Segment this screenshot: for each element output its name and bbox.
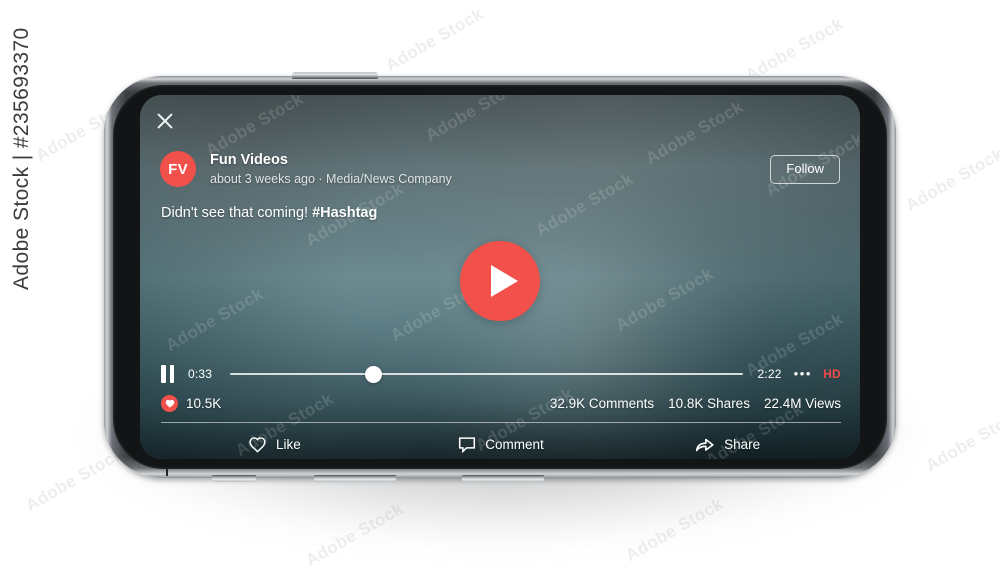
caption-hashtag[interactable]: #Hashtag bbox=[312, 205, 377, 221]
volume-up-button[interactable] bbox=[314, 475, 396, 482]
pause-icon[interactable] bbox=[161, 365, 174, 383]
share-action-button[interactable]: Share bbox=[614, 436, 841, 453]
post-header: FV Fun Videos about 3 weeks ago · Media/… bbox=[160, 151, 840, 187]
avatar: FV bbox=[160, 151, 196, 187]
heart-outline-icon bbox=[248, 436, 267, 453]
progress-bar[interactable] bbox=[230, 366, 744, 383]
watermark-tile: Adobe Stock bbox=[382, 3, 487, 76]
action-bar: Like Comment Share bbox=[161, 431, 841, 457]
comment-action-button[interactable]: Comment bbox=[388, 436, 615, 453]
play-icon bbox=[491, 265, 518, 297]
engagement-stats: 10.5K 32.9K Comments 10.8K Shares 22.4M … bbox=[161, 393, 841, 413]
mute-switch-button[interactable] bbox=[212, 475, 256, 482]
hd-quality-badge[interactable]: HD bbox=[823, 367, 841, 381]
views-count: 22.4M Views bbox=[763, 395, 841, 411]
transport-controls: 0:33 2:22 ••• HD bbox=[161, 363, 841, 385]
caption-text: Didn't see that coming! bbox=[161, 205, 313, 221]
volume-down-button[interactable] bbox=[462, 475, 544, 482]
adobe-stock-watermark: Adobe Stock | #235693370 bbox=[10, 27, 33, 290]
action-bar-divider bbox=[161, 422, 841, 423]
watermark-tile: Adobe Stock bbox=[902, 143, 1000, 216]
video-player-ui: FV Fun Videos about 3 weeks ago · Media/… bbox=[140, 95, 860, 459]
phone-screen: Adobe Stock Adobe Stock Adobe Stock Adob… bbox=[140, 95, 860, 459]
phone-device: Adobe Stock Adobe Stock Adobe Stock Adob… bbox=[104, 72, 896, 482]
more-options-icon[interactable]: ••• bbox=[794, 367, 812, 380]
post-timestamp-category: about 3 weeks ago · Media/News Company bbox=[210, 171, 452, 186]
play-button[interactable] bbox=[460, 241, 540, 321]
heart-filled-icon bbox=[161, 394, 178, 412]
share-action-label: Share bbox=[724, 436, 761, 452]
comment-action-label: Comment bbox=[485, 436, 544, 452]
stats-right-group: 32.9K Comments 10.8K Shares 22.4M Views bbox=[550, 396, 841, 411]
progress-handle[interactable] bbox=[365, 366, 383, 383]
close-icon[interactable] bbox=[153, 109, 177, 133]
share-arrow-icon bbox=[695, 436, 715, 453]
duration-label: 2:22 bbox=[757, 367, 782, 381]
post-caption: Didn't see that coming! #Hashtag bbox=[161, 205, 377, 221]
current-time-label: 0:33 bbox=[188, 367, 213, 381]
post-meta: Fun Videos about 3 weeks ago · Media/New… bbox=[210, 152, 770, 187]
like-count-group[interactable]: 10.5K bbox=[161, 394, 222, 412]
like-action-label: Like bbox=[275, 436, 301, 452]
like-action-button[interactable]: Like bbox=[161, 436, 388, 453]
follow-button[interactable]: Follow bbox=[770, 154, 840, 184]
comment-bubble-icon bbox=[458, 436, 476, 453]
shares-count[interactable]: 10.8K Shares bbox=[668, 396, 750, 411]
channel-name: Fun Videos bbox=[210, 151, 288, 168]
like-count-label: 10.5K bbox=[186, 395, 222, 411]
progress-track bbox=[230, 373, 744, 375]
comments-count[interactable]: 32.9K Comments bbox=[550, 396, 654, 411]
power-button[interactable] bbox=[292, 72, 378, 79]
watermark-tile: Adobe Stock bbox=[922, 403, 1000, 476]
